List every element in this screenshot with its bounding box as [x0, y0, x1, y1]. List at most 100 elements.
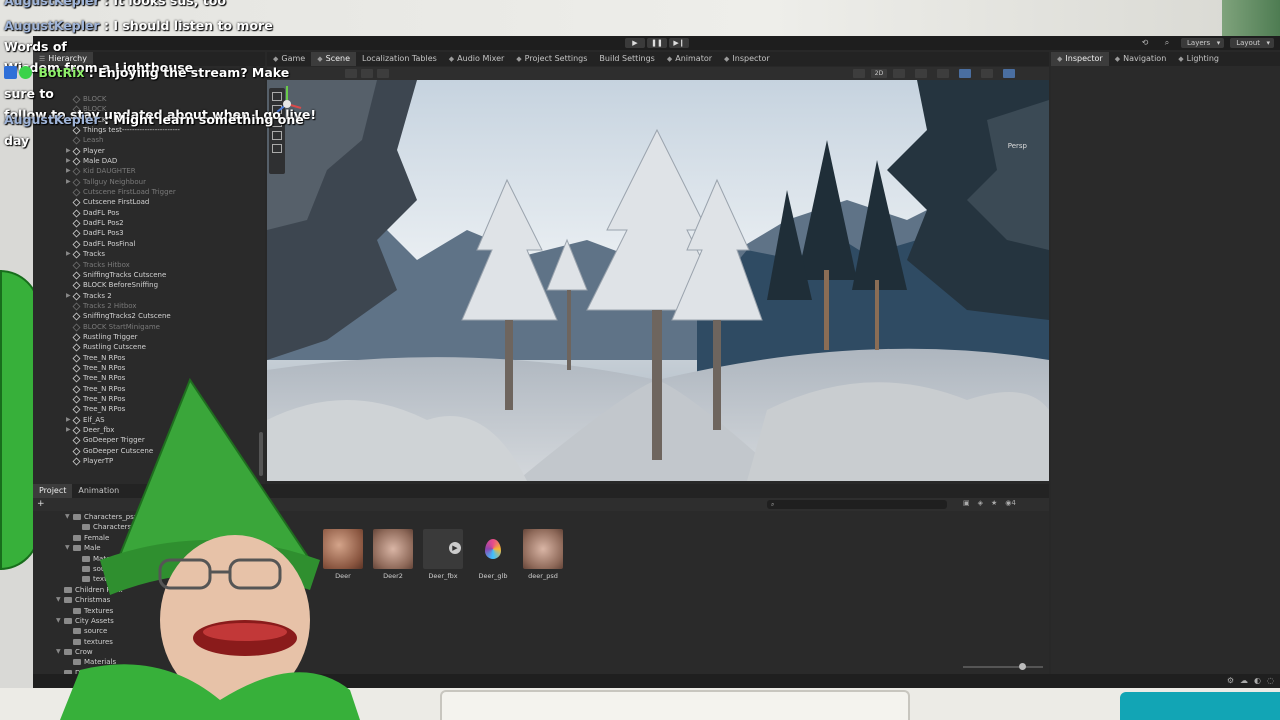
- hierarchy-item[interactable]: ▶ Tallguy Neighbour: [33, 177, 265, 187]
- gameobject-icon: [72, 250, 81, 259]
- asset-item[interactable]: deer_psd: [523, 529, 563, 580]
- tab-lighting[interactable]: ◆ Lighting: [1172, 52, 1225, 66]
- audio-icon: ◆: [448, 55, 455, 63]
- tab-build-settings[interactable]: Build Settings: [593, 52, 660, 66]
- hierarchy-item[interactable]: DadFL Pos2: [33, 218, 265, 228]
- gameobject-icon: [72, 209, 81, 218]
- collab-icon[interactable]: ⚙: [1227, 676, 1234, 685]
- account-icon[interactable]: ◐: [1254, 676, 1261, 685]
- hierarchy-item[interactable]: SniffingTracks Cutscene: [33, 270, 265, 280]
- tab-project-settings[interactable]: ◆ Project Settings: [510, 52, 593, 66]
- tab-label: Localization Tables: [362, 54, 437, 63]
- visibility-toggle-icon[interactable]: [959, 69, 971, 78]
- hierarchy-item[interactable]: Tracks Hitbox: [33, 260, 265, 270]
- hierarchy-item[interactable]: ▶ Tracks: [33, 249, 265, 259]
- hierarchy-item-label: Tallguy Neighbour: [83, 177, 146, 186]
- hierarchy-item[interactable]: Rustling Trigger: [33, 332, 265, 342]
- hidden-packages-icon[interactable]: ◉4: [1005, 499, 1016, 507]
- tab-navigation[interactable]: ◆ Navigation: [1109, 52, 1173, 66]
- camera-settings-icon[interactable]: [981, 69, 993, 78]
- inspector-panel: ◆ Inspector ◆ Navigation ◆ Lighting: [1051, 52, 1280, 674]
- hierarchy-item[interactable]: BLOCK BeforeSniffing: [33, 280, 265, 290]
- hierarchy-item-label: SniffingTracks Cutscene: [83, 270, 167, 279]
- history-icon[interactable]: ⟲: [1137, 38, 1153, 48]
- info-icon: ◆: [724, 55, 730, 63]
- tab-label: Audio Mixer: [457, 54, 505, 63]
- scene-tabbar: ◆ Game ◆ Scene Localization Tables ◆ Audio Mix…: [267, 52, 1049, 66]
- perspective-label[interactable]: Persp: [1008, 142, 1027, 150]
- hierarchy-item[interactable]: DadFL Pos3: [33, 228, 265, 238]
- favorite-icon[interactable]: ★: [991, 499, 997, 507]
- filter-type-icon[interactable]: ▣: [963, 499, 970, 507]
- snowy-forest-render: [267, 80, 1049, 481]
- hierarchy-item[interactable]: Tree_N RPos: [33, 353, 265, 363]
- gameobject-icon: [72, 281, 81, 290]
- audio-toggle-icon[interactable]: [915, 69, 927, 78]
- project-search-input[interactable]: ⌕: [767, 500, 947, 509]
- hierarchy-item[interactable]: Cutscene FirstLoad Trigger: [33, 187, 265, 197]
- gameobject-icon: [72, 219, 81, 228]
- hierarchy-item[interactable]: Cutscene FirstLoad: [33, 197, 265, 207]
- tool-hand-icon[interactable]: [345, 69, 357, 78]
- gameobject-icon: [72, 292, 81, 300]
- expand-arrow-icon[interactable]: ▶: [66, 156, 71, 166]
- gameobject-icon: [72, 230, 81, 238]
- expand-arrow-icon[interactable]: ▶: [66, 166, 71, 176]
- tool-snap-icon[interactable]: [377, 69, 389, 78]
- hierarchy-item[interactable]: DadFL Pos: [33, 208, 265, 218]
- gizmos-toggle-icon[interactable]: [1003, 69, 1015, 78]
- search-icon[interactable]: ⌕: [1159, 38, 1175, 48]
- hierarchy-item[interactable]: ▶ Tracks 2: [33, 291, 265, 301]
- hierarchy-item[interactable]: BLOCK StartMinigame: [33, 322, 265, 332]
- hierarchy-item-label: DadFL Pos: [83, 208, 120, 217]
- cloud-icon[interactable]: ☁: [1240, 676, 1248, 685]
- step-button[interactable]: ▶❙: [669, 38, 689, 48]
- tool-grid-icon[interactable]: [361, 69, 373, 78]
- hierarchy-item[interactable]: ▶ Male DAD: [33, 156, 265, 166]
- gameobject-icon: [72, 323, 81, 332]
- tab-audio-mixer[interactable]: ◆ Audio Mixer: [443, 52, 511, 66]
- layers-dropdown[interactable]: Layers: [1181, 38, 1225, 48]
- asset-thumbnail: [373, 529, 413, 569]
- hierarchy-item-label: Cutscene FirstLoad Trigger: [83, 188, 176, 197]
- tab-localization-tables[interactable]: Localization Tables: [356, 52, 443, 66]
- asset-item[interactable]: Deer_glb: [473, 529, 513, 580]
- expand-arrow-icon[interactable]: ▶: [66, 177, 71, 187]
- slider-knob[interactable]: [1019, 663, 1026, 670]
- hierarchy-item-label: Tracks 2: [83, 291, 112, 300]
- hierarchy-item[interactable]: Tracks 2 Hitbox: [33, 301, 265, 311]
- chat-message: AugustKepler : Might learn something one…: [4, 109, 320, 151]
- play-button[interactable]: ▶: [625, 38, 645, 48]
- gameobject-icon: [72, 343, 81, 352]
- asset-item[interactable]: Deer_fbx: [423, 529, 463, 580]
- hierarchy-item[interactable]: Rustling Cutscene: [33, 342, 265, 352]
- icon-size-slider[interactable]: [963, 663, 1043, 670]
- hierarchy-item[interactable]: ▶ Kid DAUGHTER: [33, 166, 265, 176]
- scene-view-viewport[interactable]: Persp: [267, 80, 1049, 481]
- asset-item[interactable]: Deer2: [373, 529, 413, 580]
- lighting-toggle-icon[interactable]: [893, 69, 905, 78]
- pause-button[interactable]: ❚❚: [647, 38, 667, 48]
- layout-dropdown[interactable]: Layout: [1230, 38, 1274, 48]
- hierarchy-item-label: Tracks 2 Hitbox: [83, 301, 137, 310]
- toggle-2d-button[interactable]: 2D: [871, 69, 887, 78]
- hierarchy-item[interactable]: DadFL PosFinal: [33, 239, 265, 249]
- streamer-gnome-avatar: [60, 377, 360, 720]
- tab-animator[interactable]: ◆ Animator: [661, 52, 718, 66]
- expand-arrow-icon[interactable]: ▶: [66, 291, 71, 301]
- expand-arrow-icon[interactable]: ▶: [66, 249, 71, 259]
- asset-name: Deer2: [383, 572, 403, 580]
- gameobject-icon: [72, 271, 81, 280]
- tab-inspector[interactable]: ◆ Inspector: [1051, 52, 1109, 66]
- status-icons: ⚙ ☁ ◐ ◌: [1227, 676, 1274, 685]
- tab-label: Inspector: [1065, 54, 1103, 63]
- progress-icon[interactable]: ◌: [1267, 676, 1274, 685]
- filter-label-icon[interactable]: ◈: [978, 499, 983, 507]
- hierarchy-item-label: Kid DAUGHTER: [83, 167, 136, 176]
- shading-mode-icon[interactable]: [853, 69, 865, 78]
- hierarchy-item[interactable]: SniffingTracks2 Cutscene: [33, 311, 265, 321]
- tab-inspector[interactable]: ◆ Inspector: [718, 52, 776, 66]
- chat-username: AugustKepler: [4, 0, 100, 8]
- effects-toggle-icon[interactable]: [937, 69, 949, 78]
- tab-label: Project Settings: [524, 54, 588, 63]
